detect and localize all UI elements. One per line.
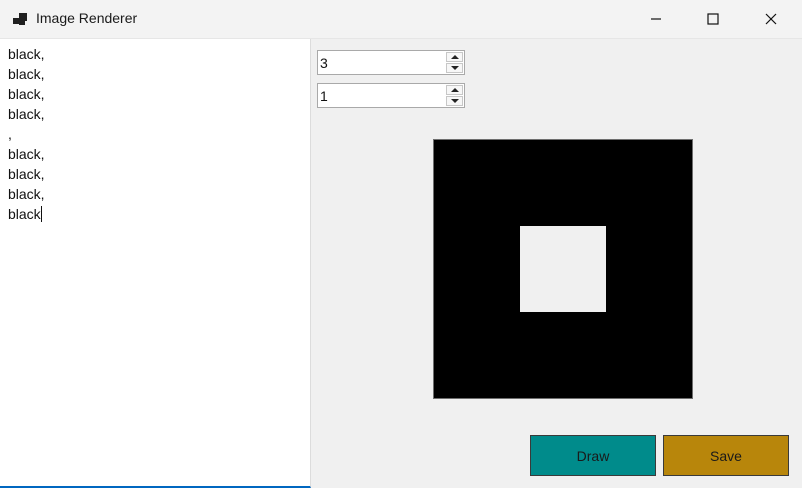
thickness-value[interactable]: 1 — [320, 88, 328, 104]
size-increment-button[interactable] — [446, 52, 463, 62]
close-button[interactable] — [742, 0, 800, 38]
editor-line: black, — [8, 46, 45, 62]
draw-button[interactable]: Draw — [530, 435, 656, 476]
thickness-increment-button[interactable] — [446, 85, 463, 95]
spin-down-arrow-icon — [451, 66, 459, 70]
editor-line: black, — [8, 146, 45, 162]
editor-line: black, — [8, 166, 45, 182]
maximize-button[interactable] — [684, 0, 742, 38]
size-spin-buttons — [446, 52, 463, 73]
minimize-button[interactable] — [627, 0, 685, 38]
spin-up-arrow-icon — [451, 55, 459, 59]
close-icon — [765, 13, 777, 25]
thickness-spin-buttons — [446, 85, 463, 106]
app-icon — [13, 13, 27, 25]
editor-line-last: black — [8, 204, 45, 224]
size-decrement-button[interactable] — [446, 63, 463, 73]
editor-line-last-text: black — [8, 206, 41, 222]
editor-line: black, — [8, 106, 45, 122]
thickness-numeric-input[interactable]: 1 — [317, 83, 465, 108]
editor-content: black, black, black, black, , black, bla… — [8, 44, 45, 224]
text-caret — [40, 206, 42, 222]
title-bar: Image Renderer — [0, 0, 802, 39]
spin-up-arrow-icon — [451, 88, 459, 92]
minimize-icon — [651, 18, 661, 20]
editor-line: black, — [8, 186, 45, 202]
canvas-center-cell — [520, 226, 606, 312]
editor-line: black, — [8, 86, 45, 102]
render-canvas — [433, 139, 693, 399]
color-text-editor[interactable]: black, black, black, black, , black, bla… — [0, 39, 311, 488]
size-numeric-input[interactable]: 3 — [317, 50, 465, 75]
thickness-decrement-button[interactable] — [446, 96, 463, 106]
spin-down-arrow-icon — [451, 99, 459, 103]
window-title: Image Renderer — [36, 10, 138, 26]
editor-line: black, — [8, 66, 45, 82]
save-button[interactable]: Save — [663, 435, 789, 476]
editor-line: , — [8, 126, 12, 142]
maximize-icon — [707, 13, 719, 25]
size-value[interactable]: 3 — [320, 55, 328, 71]
